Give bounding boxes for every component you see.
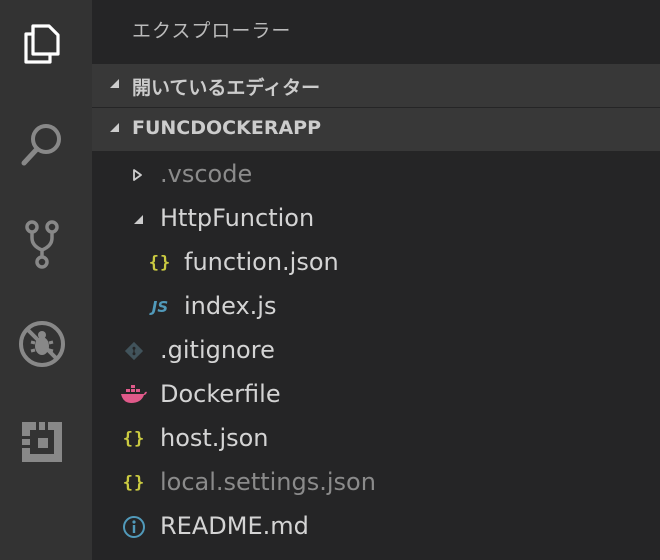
json-braces-icon: {} (122, 429, 146, 449)
project-label: FUNCDOCKERAPP (132, 117, 322, 139)
tree-item-label: .gitignore (160, 336, 275, 364)
open-editors-header[interactable]: 開いているエディター (92, 64, 660, 107)
tree-item-label: .vscode (160, 160, 253, 188)
files-icon[interactable] (16, 18, 68, 70)
tree-item-label: host.json (160, 424, 269, 452)
chevron-down-icon (134, 215, 143, 224)
chevron-down-icon (110, 79, 119, 88)
tree-item-index-js[interactable]: JS index.js (92, 285, 660, 329)
open-editors-label: 開いているエディター (132, 77, 321, 99)
tree-item-label: index.js (184, 292, 277, 320)
tree-item-label: HttpFunction (160, 204, 315, 232)
tree-item-label: function.json (184, 248, 339, 276)
project-header[interactable]: FUNCDOCKERAPP (92, 108, 660, 151)
tree-item-httpfunction[interactable]: HttpFunction (92, 197, 660, 241)
explorer-title: エクスプローラー (132, 20, 292, 42)
json-braces-icon: {} (148, 253, 172, 273)
activity-bar (0, 0, 92, 560)
search-icon[interactable] (16, 118, 68, 170)
tree-item-dockerfile[interactable]: Dockerfile (92, 373, 660, 417)
chevron-down-icon (110, 123, 119, 132)
tree-item-gitignore[interactable]: .gitignore (92, 329, 660, 373)
tree-item-label: local.settings.json (160, 468, 376, 496)
js-icon: JS (151, 298, 169, 316)
tree-item-readme[interactable]: README.md (92, 505, 660, 549)
debug-icon[interactable] (16, 318, 68, 370)
tree-item-local-settings-json[interactable]: {} local.settings.json (92, 461, 660, 505)
tree-item-label: Dockerfile (160, 380, 281, 408)
tree-item-host-json[interactable]: {} host.json (92, 417, 660, 461)
docker-icon (120, 381, 148, 409)
info-icon (120, 513, 148, 541)
chevron-right-icon (133, 169, 142, 181)
git-icon (120, 337, 148, 365)
source-control-icon[interactable] (16, 218, 68, 270)
explorer-sidebar: エクスプローラー 開いているエディター FUNCDOCKERAPP .vscod… (92, 0, 660, 560)
extensions-icon[interactable] (16, 416, 68, 468)
tree-item-function-json[interactable]: {} function.json (92, 241, 660, 285)
json-braces-icon: {} (122, 473, 146, 493)
tree-item-label: README.md (160, 512, 309, 540)
tree-item-vscode[interactable]: .vscode (92, 153, 660, 197)
